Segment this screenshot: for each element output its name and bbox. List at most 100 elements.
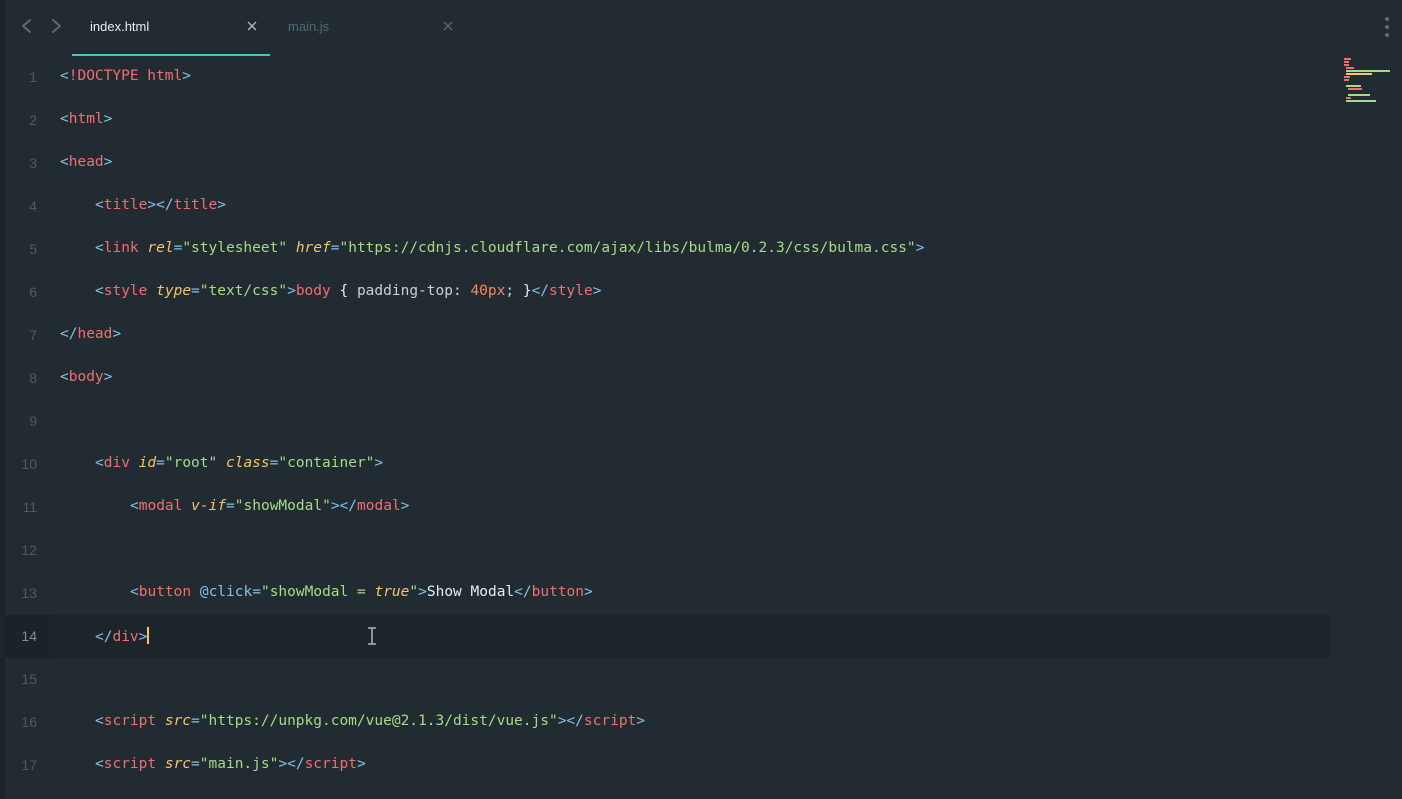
code-token: = — [191, 283, 200, 299]
code-line[interactable]: 14 </div> — [0, 615, 1330, 658]
tab-close-button[interactable] — [441, 19, 455, 33]
code-line[interactable]: 4 <title></title> — [0, 185, 1330, 228]
code-token: html — [68, 111, 104, 127]
code-token: rel — [147, 240, 174, 256]
line-gutter: 11 — [5, 486, 55, 529]
line-gutter: 16 — [5, 701, 55, 744]
line-number: 15 — [21, 671, 37, 687]
code-token: = — [191, 756, 200, 772]
code-text: <link rel="stylesheet" href="https://cdn… — [95, 240, 924, 256]
line-number: 13 — [21, 585, 37, 601]
code-line[interactable]: 9 — [0, 400, 1330, 443]
line-gutter: 6 — [5, 271, 55, 314]
close-icon — [443, 21, 453, 31]
code-token: modal — [357, 498, 401, 514]
code-text: <html> — [60, 111, 112, 127]
code-token: link — [103, 240, 148, 256]
code-line[interactable]: 15 — [0, 658, 1330, 701]
code-token: head — [68, 154, 104, 170]
tab-bar: index.html main.js — [0, 0, 1402, 56]
code-line[interactable]: 2 <html> — [0, 99, 1330, 142]
code-line[interactable]: 10 <div id="root" class="container"> — [0, 443, 1330, 486]
code-token: > — [287, 283, 296, 299]
code-token: script — [103, 713, 165, 729]
line-number: 1 — [29, 69, 37, 85]
code-token: type — [156, 283, 192, 299]
code-token: src — [164, 756, 192, 772]
code-token: ></ — [557, 713, 584, 729]
code-token: > — [356, 756, 366, 772]
code-token: = — [156, 455, 165, 471]
code-token: src — [164, 713, 192, 729]
code-token: button — [531, 584, 585, 600]
code-line[interactable]: 13 <button @click="showModal = true">Show… — [0, 572, 1330, 615]
line-number: 11 — [22, 499, 37, 515]
tab-close-button[interactable] — [245, 19, 259, 33]
code-token: < — [95, 240, 104, 256]
line-gutter: 9 — [5, 400, 55, 443]
line-gutter: 7 — [5, 314, 55, 357]
chevron-left-icon — [22, 19, 31, 33]
line-gutter: 15 — [5, 658, 55, 701]
code-token: script — [583, 713, 637, 729]
code-token: 40px — [470, 283, 506, 299]
line-gutter: 2 — [5, 99, 55, 142]
code-text: <body> — [60, 369, 112, 385]
code-token: > — [103, 154, 113, 170]
code-line[interactable]: 16 <script src="https://unpkg.com/vue@2.1… — [0, 701, 1330, 744]
more-options-button[interactable] — [1378, 16, 1396, 38]
code-editor[interactable]: 1 <!DOCTYPE html> 2 <html> 3 <head> 4 <title></… — [0, 56, 1402, 799]
line-gutter: 5 — [5, 228, 55, 271]
code-token: div — [103, 455, 139, 471]
code-token: padding-top: — [356, 283, 471, 299]
code-line[interactable]: 17 <script src="main.js"></script> — [0, 744, 1330, 787]
code-token: > — [636, 713, 646, 729]
code-token: < — [130, 584, 139, 600]
code-line[interactable]: 8 <body> — [0, 357, 1330, 400]
code-token: < — [60, 154, 69, 170]
code-line[interactable]: 12 — [0, 529, 1330, 572]
forward-button[interactable] — [46, 16, 66, 36]
code-text: <style type="text/css">body { padding-to… — [95, 283, 601, 299]
line-number: 6 — [29, 284, 37, 300]
code-text: </head> — [60, 326, 121, 342]
code-text: </div> — [95, 627, 150, 645]
code-token: < — [95, 455, 104, 471]
line-number: 12 — [21, 542, 37, 558]
code-line[interactable]: 3 <head> — [0, 142, 1330, 185]
code-token: < — [60, 68, 69, 84]
code-token: ></ — [330, 498, 358, 514]
line-number: 4 — [29, 198, 37, 214]
code-text: <script src="main.js"></script> — [95, 756, 366, 772]
code-token: > — [103, 111, 113, 127]
code-line[interactable]: 1 <!DOCTYPE html> — [0, 56, 1330, 99]
code-token: "https://cdnjs.cloudflare.com/ajax/libs/… — [339, 240, 916, 256]
code-line[interactable]: 6 <style type="text/css">body { padding-t… — [0, 271, 1330, 314]
code-token: true — [374, 584, 410, 600]
code-token: title — [173, 197, 218, 213]
code-token: div — [112, 629, 139, 645]
code-token: "stylesheet" — [182, 240, 288, 256]
code-token: "text/css" — [199, 283, 288, 299]
tab-index-html[interactable]: index.html — [72, 0, 270, 56]
code-line[interactable]: 7 </head> — [0, 314, 1330, 357]
code-token: class — [225, 455, 270, 471]
editor-window: index.html main.js 1 <!DOCTYPE html> 2 <… — [0, 0, 1402, 799]
close-icon — [247, 21, 257, 31]
code-token: </ — [514, 584, 532, 600]
line-gutter: 14 — [5, 615, 55, 658]
vertical-ellipsis-icon — [1385, 17, 1389, 37]
line-number: 16 — [21, 714, 37, 730]
code-token: < — [95, 713, 104, 729]
code-line[interactable]: 5 <link rel="stylesheet" href="https://cd… — [0, 228, 1330, 271]
line-number: 3 — [29, 155, 37, 171]
code-token: > — [418, 584, 427, 600]
code-token: "showModal = — [260, 584, 375, 600]
tab-main-js[interactable]: main.js — [270, 0, 468, 56]
chevron-right-icon — [52, 19, 61, 33]
back-button[interactable] — [17, 16, 37, 36]
code-token: { — [339, 283, 357, 299]
code-line[interactable]: 11 <modal v-if="showModal"></modal> — [0, 486, 1330, 529]
